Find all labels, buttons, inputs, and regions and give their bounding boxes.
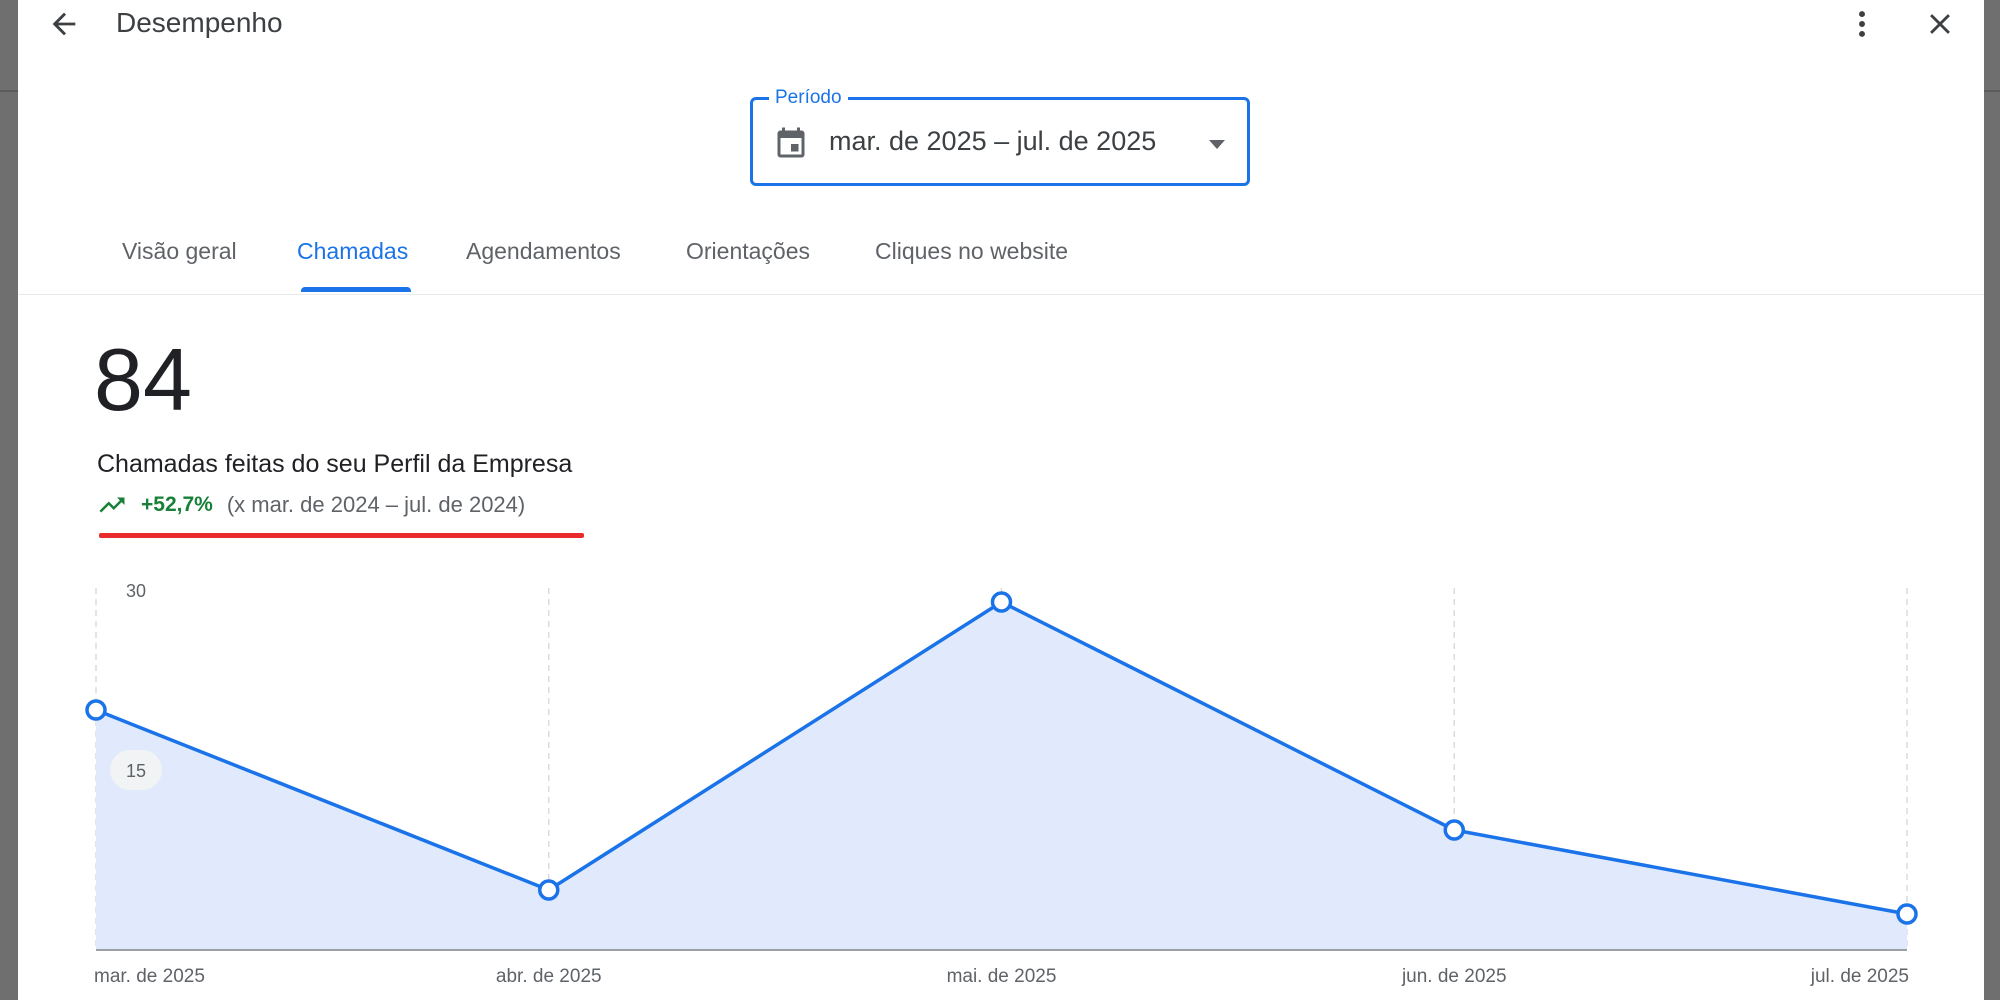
x-tick-label: jul. de 2025: [1810, 966, 1909, 987]
calls-area-chart: 30 15 mar. de 2025 abr. de 2025 mai. de 202…: [85, 581, 1918, 987]
x-tick-label: abr. de 2025: [496, 966, 602, 987]
chart-data-point: [1443, 819, 1465, 841]
x-tick-label: mar. de 2025: [94, 966, 205, 987]
chart-area-fill: [96, 602, 1907, 950]
performance-panel: Desempenho Período mar. de 2025 – jul. d…: [18, 0, 1984, 1000]
chart-data-point: [990, 591, 1013, 613]
chart-data-point: [538, 879, 560, 901]
x-tick-label: jun. de 2025: [1401, 966, 1507, 987]
y-tick-label: 30: [126, 581, 146, 601]
chart-data-point: [85, 699, 107, 721]
x-tick-label: mai. de 2025: [947, 966, 1057, 987]
y-tick-label: 15: [126, 761, 146, 781]
chart-data-point: [1896, 903, 1918, 925]
